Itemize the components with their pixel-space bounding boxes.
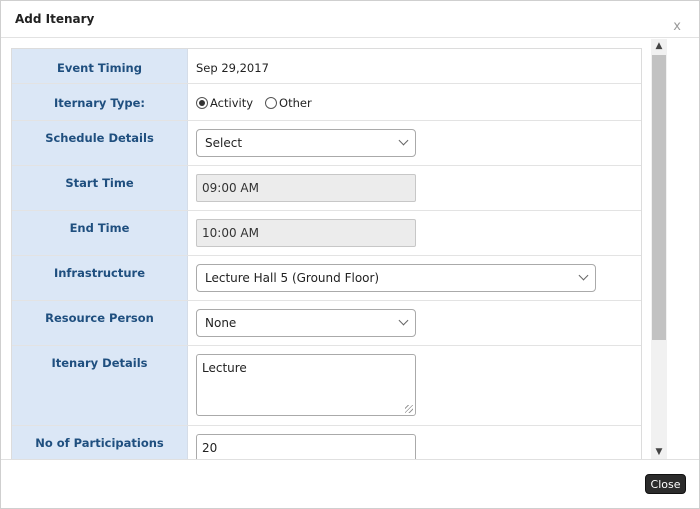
row-end-time: End Time 10:00 AM xyxy=(12,211,641,256)
start-time-label: Start Time xyxy=(12,166,188,210)
vertical-scrollbar[interactable]: ▲ ▼ xyxy=(651,39,667,459)
resource-person-value: None xyxy=(205,316,237,330)
chevron-down-icon xyxy=(398,315,409,326)
scroll-up-icon[interactable]: ▲ xyxy=(651,39,667,53)
modal-footer: Close xyxy=(1,459,699,508)
row-event-timing: Event Timing Sep 29,2017 xyxy=(12,49,641,84)
end-time-input[interactable]: 10:00 AM xyxy=(196,219,416,247)
close-icon[interactable]: x xyxy=(673,20,681,34)
event-timing-label: Event Timing xyxy=(12,49,188,83)
resource-person-select[interactable]: None xyxy=(196,309,416,337)
itenary-type-radio-group: Activity Other xyxy=(196,96,324,110)
row-participations: No of Participations 20 xyxy=(12,426,641,459)
itenary-details-textarea[interactable]: Lecture xyxy=(196,354,416,416)
itenary-details-label: Itenary Details xyxy=(12,346,188,425)
add-itenary-dialog: Add Itenary x Event Timing Sep 29,2017 I… xyxy=(0,0,700,509)
modal-body: Event Timing Sep 29,2017 Iternary Type: … xyxy=(1,39,699,459)
radio-other-label[interactable]: Other xyxy=(279,96,312,110)
scroll-thumb[interactable] xyxy=(652,55,666,340)
row-schedule-details: Schedule Details Select xyxy=(12,121,641,166)
radio-activity-label[interactable]: Activity xyxy=(210,96,253,110)
event-timing-value: Sep 29,2017 xyxy=(196,61,269,75)
participations-label: No of Participations xyxy=(12,426,188,459)
itenary-type-label: Iternary Type: xyxy=(12,84,188,120)
modal-header: Add Itenary x xyxy=(1,1,699,38)
infrastructure-label: Infrastructure xyxy=(12,256,188,300)
schedule-details-select[interactable]: Select xyxy=(196,129,416,157)
row-itenary-type: Iternary Type: Activity Other xyxy=(12,84,641,121)
itenary-form: Event Timing Sep 29,2017 Iternary Type: … xyxy=(11,48,642,459)
chevron-down-icon xyxy=(578,270,589,281)
itenary-details-value: Lecture xyxy=(202,361,247,375)
close-button[interactable]: Close xyxy=(645,474,686,494)
schedule-details-value: Select xyxy=(205,136,243,150)
row-infrastructure: Infrastructure Lecture Hall 5 (Ground Fl… xyxy=(12,256,641,301)
participations-input[interactable]: 20 xyxy=(196,434,416,459)
start-time-input[interactable]: 09:00 AM xyxy=(196,174,416,202)
chevron-down-icon xyxy=(398,135,409,146)
row-itenary-details: Itenary Details Lecture xyxy=(12,346,641,426)
modal-title: Add Itenary xyxy=(15,12,95,26)
infrastructure-select[interactable]: Lecture Hall 5 (Ground Floor) xyxy=(196,264,596,292)
radio-activity[interactable] xyxy=(196,97,208,109)
end-time-label: End Time xyxy=(12,211,188,255)
row-start-time: Start Time 09:00 AM xyxy=(12,166,641,211)
row-resource-person: Resource Person None xyxy=(12,301,641,346)
radio-other[interactable] xyxy=(265,97,278,109)
schedule-details-label: Schedule Details xyxy=(12,121,188,165)
resource-person-label: Resource Person xyxy=(12,301,188,345)
resize-grip-icon[interactable] xyxy=(405,405,413,413)
scroll-down-icon[interactable]: ▼ xyxy=(651,445,667,459)
infrastructure-value: Lecture Hall 5 (Ground Floor) xyxy=(205,271,380,285)
